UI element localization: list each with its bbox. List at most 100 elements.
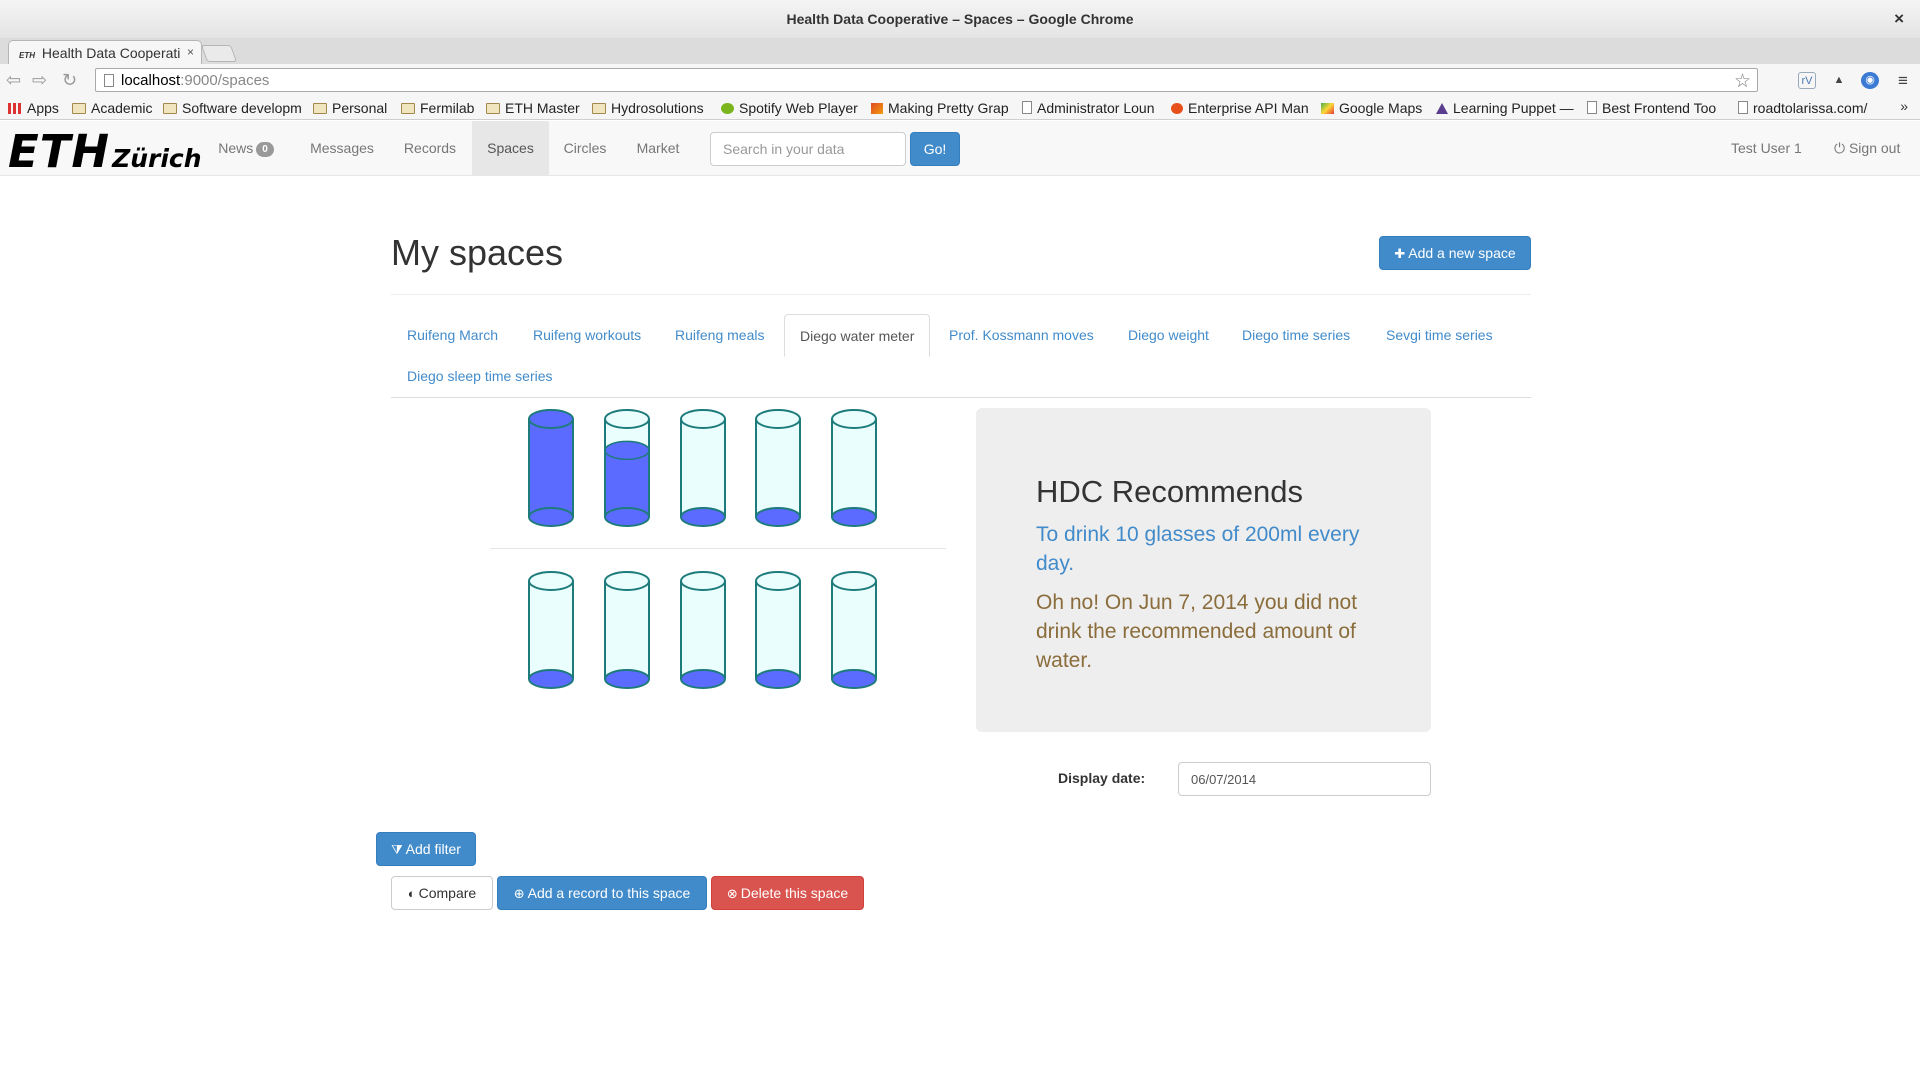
bookmark-apps[interactable]: Apps (8, 100, 59, 116)
window-close-icon[interactable]: × (1894, 9, 1904, 29)
recommendation-advice: To drink 10 glasses of 200ml every day. (1036, 523, 1360, 575)
bookmark-academic[interactable]: Academic (72, 100, 152, 116)
eth-logo[interactable]: ETHZürich (8, 125, 202, 178)
bookmark-personal[interactable]: Personal (313, 100, 387, 116)
bookmark-label: Apps (27, 100, 59, 116)
tab-kossmann-moves[interactable]: Prof. Kossmann moves (949, 327, 1094, 343)
bookmark-fermilab[interactable]: Fermilab (401, 100, 474, 116)
logo-sub: Zürich (112, 144, 202, 173)
tab-sevgi-time-series[interactable]: Sevgi time series (1386, 327, 1493, 343)
compare-button[interactable]: ◐ Compare (391, 876, 493, 910)
bookmark-enterprise-api[interactable]: Enterprise API Man (1171, 100, 1309, 116)
water-glass (680, 571, 726, 689)
glasses-divider (490, 548, 946, 549)
user-menu[interactable]: Test User 1 (1731, 140, 1802, 156)
compare-label: Compare (418, 885, 477, 901)
tab-ruifeng-meals[interactable]: Ruifeng meals (675, 327, 765, 343)
matlab-icon (871, 103, 883, 114)
water-glass (604, 409, 650, 527)
window-title: Health Data Cooperative – Spaces – Googl… (786, 11, 1134, 27)
bookmark-label: Fermilab (420, 100, 475, 116)
space-tabs: Ruifeng March Ruifeng workouts Ruifeng m… (391, 314, 1531, 398)
sign-out-link[interactable]: ⏻ Sign out (1834, 140, 1900, 157)
folder-icon (486, 103, 500, 114)
nav-records[interactable]: Records (392, 121, 468, 175)
spotify-icon (721, 103, 734, 114)
water-glass (755, 571, 801, 689)
forward-icon[interactable]: ⇨ (32, 70, 47, 91)
window-titlebar: Health Data Cooperative – Spaces – Googl… (0, 0, 1920, 40)
bookmark-star-icon[interactable]: ☆ (1734, 70, 1751, 93)
extension-circle-icon[interactable]: ◉ (1861, 72, 1879, 89)
power-icon: ⏻ (1834, 140, 1846, 156)
browser-tab[interactable]: ETH Health Data Cooperati × (8, 40, 202, 64)
page-icon (1022, 101, 1032, 114)
back-icon[interactable]: ⇦ (6, 70, 21, 91)
add-space-button[interactable]: ✚ Add a new space (1379, 236, 1531, 270)
search-go-button[interactable]: Go! (910, 132, 960, 166)
eth-favicon-icon: ETH (19, 51, 35, 60)
bookmark-eth-master[interactable]: ETH Master (486, 100, 580, 116)
add-filter-button[interactable]: ⧩ Add filter (376, 832, 476, 866)
recommendation-title: HDC Recommends (1036, 474, 1304, 509)
display-date-input[interactable] (1178, 762, 1431, 796)
bookmark-label: Academic (91, 100, 153, 116)
bookmark-learning-puppet[interactable]: Learning Puppet — (1436, 100, 1574, 116)
bookmark-roadtolarissa[interactable]: roadtolarissa.com/ (1738, 100, 1876, 116)
new-tab-button[interactable] (200, 45, 238, 62)
bookmark-label: roadtolarissa.com/ (1753, 100, 1868, 116)
nav-circles[interactable]: Circles (549, 121, 621, 175)
nav-news-label: News (218, 140, 254, 156)
folder-icon (163, 103, 177, 114)
add-record-button[interactable]: ⊕ Add a record to this space (497, 876, 707, 910)
add-filter-label: Add filter (405, 841, 461, 857)
water-glasses (528, 409, 877, 689)
folder-icon (72, 103, 86, 114)
times-circle-icon: ⊗ (726, 886, 738, 901)
menu-icon[interactable]: ≡ (1894, 72, 1912, 89)
nav-news[interactable]: News 0 (207, 121, 285, 175)
rss-extension-icon[interactable]: rV (1798, 72, 1816, 89)
plus-circle-icon: ⊕ (513, 886, 525, 901)
bookmark-label: Spotify Web Player (739, 100, 858, 116)
search-input[interactable] (710, 132, 906, 166)
add-record-label: Add a record to this space (527, 885, 691, 901)
folder-icon (401, 103, 415, 114)
bookmark-pretty-graphs[interactable]: Making Pretty Grap (871, 100, 1009, 116)
water-glass (604, 571, 650, 689)
water-glass (528, 409, 574, 527)
url-host: localhost (121, 72, 181, 89)
filter-icon: ⧩ (391, 842, 403, 857)
bookmark-frontend-tools[interactable]: Best Frontend Too (1587, 100, 1725, 116)
puppet-icon (1436, 103, 1448, 114)
bookmark-label: Best Frontend Too (1602, 100, 1717, 116)
display-date-label: Display date: (1058, 770, 1146, 786)
tab-ruifeng-workouts[interactable]: Ruifeng workouts (533, 327, 641, 343)
tab-diego-sleep-time-series[interactable]: Diego sleep time series (407, 368, 553, 384)
reload-icon[interactable]: ↻ (62, 70, 77, 91)
page-icon (1587, 101, 1597, 114)
bookmark-admin-lounge[interactable]: Administrator Loun (1022, 100, 1160, 116)
address-bar[interactable]: localhost:9000/spaces ☆ (95, 68, 1758, 92)
nav-messages[interactable]: Messages (294, 121, 390, 175)
bookmarks-overflow-icon[interactable]: » (1900, 98, 1908, 114)
nav-market[interactable]: Market (621, 121, 695, 175)
bookmark-software[interactable]: Software developm (163, 100, 301, 116)
page-icon (104, 74, 114, 87)
logo-main: ETH (8, 125, 111, 178)
bookmark-label: Hydrosolutions (611, 100, 704, 116)
bookmark-label: Learning Puppet — (1453, 100, 1574, 116)
bookmark-spotify[interactable]: Spotify Web Player (721, 100, 861, 116)
delete-space-button[interactable]: ⊗ Delete this space (711, 876, 864, 910)
evernote-extension-icon[interactable]: ▲ (1830, 72, 1848, 89)
tab-diego-weight[interactable]: Diego weight (1128, 327, 1209, 343)
tab-ruifeng-march[interactable]: Ruifeng March (407, 327, 498, 343)
nav-spaces[interactable]: Spaces (472, 121, 549, 175)
bookmark-label: Google Maps (1339, 100, 1423, 116)
water-glass (680, 409, 726, 527)
bookmark-google-maps[interactable]: Google Maps (1321, 100, 1422, 116)
tab-diego-time-series[interactable]: Diego time series (1242, 327, 1350, 343)
tab-diego-water-meter[interactable]: Diego water meter (784, 314, 931, 357)
bookmark-hydrosolutions[interactable]: Hydrosolutions (592, 100, 704, 116)
tab-close-icon[interactable]: × (187, 45, 194, 59)
